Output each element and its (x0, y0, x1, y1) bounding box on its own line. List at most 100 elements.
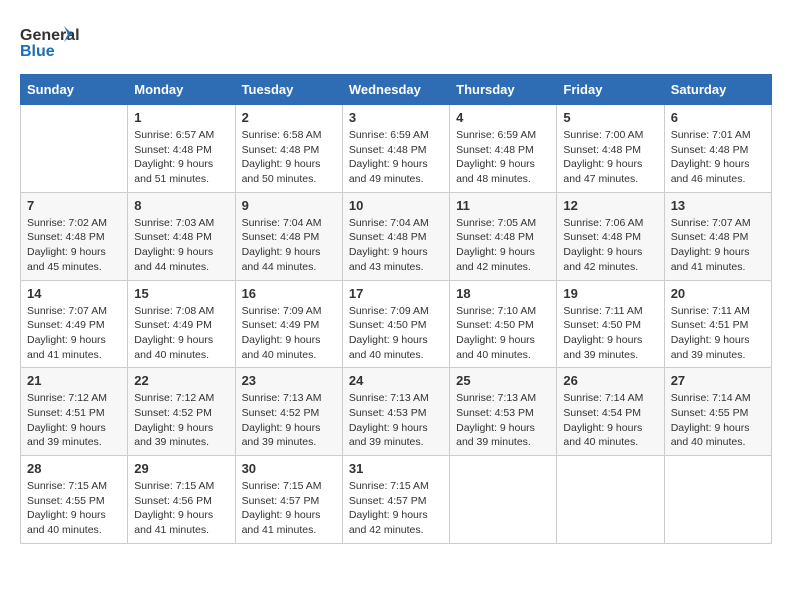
calendar-week-row-2: 7 Sunrise: 7:02 AM Sunset: 4:48 PM Daylig… (21, 192, 772, 280)
day-number: 15 (134, 286, 228, 301)
day-info: Sunrise: 7:02 AM Sunset: 4:48 PM Dayligh… (27, 216, 121, 275)
day-info: Sunrise: 7:03 AM Sunset: 4:48 PM Dayligh… (134, 216, 228, 275)
day-number: 21 (27, 373, 121, 388)
day-number: 12 (563, 198, 657, 213)
day-number: 8 (134, 198, 228, 213)
calendar-cell: 21 Sunrise: 7:12 AM Sunset: 4:51 PM Dayli… (21, 368, 128, 456)
day-info: Sunrise: 7:09 AM Sunset: 4:49 PM Dayligh… (242, 304, 336, 363)
calendar-cell: 29 Sunrise: 7:15 AM Sunset: 4:56 PM Dayli… (128, 456, 235, 544)
day-number: 29 (134, 461, 228, 476)
calendar-cell: 19 Sunrise: 7:11 AM Sunset: 4:50 PM Dayli… (557, 280, 664, 368)
weekday-header-wednesday: Wednesday (342, 75, 449, 105)
calendar-cell (450, 456, 557, 544)
day-info: Sunrise: 6:58 AM Sunset: 4:48 PM Dayligh… (242, 128, 336, 187)
calendar-cell: 23Sunrise: 7:13 AM Sunset: 4:52 PM Dayli… (235, 368, 342, 456)
day-number: 4 (456, 110, 550, 125)
calendar-cell: 12 Sunrise: 7:06 AM Sunset: 4:48 PM Dayli… (557, 192, 664, 280)
day-number: 26 (563, 373, 657, 388)
day-info: Sunrise: 7:11 AM Sunset: 4:51 PM Dayligh… (671, 304, 765, 363)
calendar-cell (664, 456, 771, 544)
day-info: Sunrise: 7:15 AM Sunset: 4:56 PM Dayligh… (134, 479, 228, 538)
calendar-cell: 6 Sunrise: 7:01 AM Sunset: 4:48 PM Daylig… (664, 105, 771, 193)
calendar-cell: 7 Sunrise: 7:02 AM Sunset: 4:48 PM Daylig… (21, 192, 128, 280)
day-number: 24 (349, 373, 443, 388)
calendar-cell: 11 Sunrise: 7:05 AM Sunset: 4:48 PM Dayli… (450, 192, 557, 280)
svg-text:Blue: Blue (20, 43, 55, 60)
svg-text:General: General (20, 27, 80, 44)
day-info: Sunrise: 6:57 AM Sunset: 4:48 PM Dayligh… (134, 128, 228, 187)
day-info: Sunrise: 7:08 AM Sunset: 4:49 PM Dayligh… (134, 304, 228, 363)
calendar-cell: 15 Sunrise: 7:08 AM Sunset: 4:49 PM Dayli… (128, 280, 235, 368)
day-info: Sunrise: 7:12 AM Sunset: 4:51 PM Dayligh… (27, 391, 121, 450)
weekday-header-friday: Friday (557, 75, 664, 105)
weekday-header-thursday: Thursday (450, 75, 557, 105)
day-number: 3 (349, 110, 443, 125)
calendar-header-row: SundayMondayTuesdayWednesdayThursdayFrid… (21, 75, 772, 105)
calendar-cell: 20 Sunrise: 7:11 AM Sunset: 4:51 PM Dayli… (664, 280, 771, 368)
day-info: Sunrise: 7:05 AM Sunset: 4:48 PM Dayligh… (456, 216, 550, 275)
calendar-cell: 3 Sunrise: 6:59 AM Sunset: 4:48 PM Daylig… (342, 105, 449, 193)
day-info: Sunrise: 7:04 AM Sunset: 4:48 PM Dayligh… (349, 216, 443, 275)
day-info: Sunrise: 7:14 AM Sunset: 4:55 PM Dayligh… (671, 391, 765, 450)
calendar-cell (21, 105, 128, 193)
day-number: 10 (349, 198, 443, 213)
day-number: 27 (671, 373, 765, 388)
calendar-cell: 8 Sunrise: 7:03 AM Sunset: 4:48 PM Daylig… (128, 192, 235, 280)
calendar-cell: 4 Sunrise: 6:59 AM Sunset: 4:48 PM Daylig… (450, 105, 557, 193)
day-info: Sunrise: 7:09 AM Sunset: 4:50 PM Dayligh… (349, 304, 443, 363)
day-info: Sunrise: 6:59 AM Sunset: 4:48 PM Dayligh… (456, 128, 550, 187)
day-number: 18 (456, 286, 550, 301)
day-number: 9 (242, 198, 336, 213)
day-info: Sunrise: 7:15 AM Sunset: 4:57 PM Dayligh… (242, 479, 336, 538)
day-number: 17 (349, 286, 443, 301)
day-number: 16 (242, 286, 336, 301)
day-number: 25 (456, 373, 550, 388)
calendar-cell: 31 Sunrise: 7:15 AM Sunset: 4:57 PM Dayli… (342, 456, 449, 544)
calendar-cell: 28 Sunrise: 7:15 AM Sunset: 4:55 PM Dayli… (21, 456, 128, 544)
day-info: Sunrise: 7:11 AM Sunset: 4:50 PM Dayligh… (563, 304, 657, 363)
day-number: 28 (27, 461, 121, 476)
calendar-week-row-5: 28 Sunrise: 7:15 AM Sunset: 4:55 PM Dayli… (21, 456, 772, 544)
day-info: Sunrise: 7:06 AM Sunset: 4:48 PM Dayligh… (563, 216, 657, 275)
calendar-cell: 17 Sunrise: 7:09 AM Sunset: 4:50 PM Dayli… (342, 280, 449, 368)
day-info: Sunrise: 7:04 AM Sunset: 4:48 PM Dayligh… (242, 216, 336, 275)
day-number: 13 (671, 198, 765, 213)
day-number: 19 (563, 286, 657, 301)
calendar-cell: 2 Sunrise: 6:58 AM Sunset: 4:48 PM Daylig… (235, 105, 342, 193)
weekday-header-sunday: Sunday (21, 75, 128, 105)
day-info: Sunrise: 7:07 AM Sunset: 4:49 PM Dayligh… (27, 304, 121, 363)
day-number: 22 (134, 373, 228, 388)
day-number: 30 (242, 461, 336, 476)
day-number: 2 (242, 110, 336, 125)
day-info: Sunrise: 7:14 AM Sunset: 4:54 PM Dayligh… (563, 391, 657, 450)
day-info: Sunrise: 6:59 AM Sunset: 4:48 PM Dayligh… (349, 128, 443, 187)
calendar-week-row-4: 21 Sunrise: 7:12 AM Sunset: 4:51 PM Dayli… (21, 368, 772, 456)
day-info: Sunrise: 7:13 AM Sunset: 4:53 PM Dayligh… (456, 391, 550, 450)
calendar-cell: 25 Sunrise: 7:13 AM Sunset: 4:53 PM Dayli… (450, 368, 557, 456)
calendar-week-row-1: 1Sunrise: 6:57 AM Sunset: 4:48 PM Daylig… (21, 105, 772, 193)
calendar-cell: 22 Sunrise: 7:12 AM Sunset: 4:52 PM Dayli… (128, 368, 235, 456)
calendar-cell: 9 Sunrise: 7:04 AM Sunset: 4:48 PM Daylig… (235, 192, 342, 280)
calendar-cell: 1Sunrise: 6:57 AM Sunset: 4:48 PM Daylig… (128, 105, 235, 193)
page-header: GeneralBlue (20, 20, 772, 64)
day-number: 31 (349, 461, 443, 476)
day-number: 20 (671, 286, 765, 301)
calendar-cell (557, 456, 664, 544)
day-info: Sunrise: 7:12 AM Sunset: 4:52 PM Dayligh… (134, 391, 228, 450)
day-number: 11 (456, 198, 550, 213)
day-number: 23 (242, 373, 336, 388)
logo-svg: GeneralBlue (20, 20, 80, 64)
day-number: 7 (27, 198, 121, 213)
day-info: Sunrise: 7:00 AM Sunset: 4:48 PM Dayligh… (563, 128, 657, 187)
calendar-cell: 10 Sunrise: 7:04 AM Sunset: 4:48 PM Dayli… (342, 192, 449, 280)
calendar-week-row-3: 14 Sunrise: 7:07 AM Sunset: 4:49 PM Dayli… (21, 280, 772, 368)
calendar-cell: 14 Sunrise: 7:07 AM Sunset: 4:49 PM Dayli… (21, 280, 128, 368)
day-number: 6 (671, 110, 765, 125)
day-info: Sunrise: 7:15 AM Sunset: 4:55 PM Dayligh… (27, 479, 121, 538)
day-info: Sunrise: 7:15 AM Sunset: 4:57 PM Dayligh… (349, 479, 443, 538)
day-number: 14 (27, 286, 121, 301)
weekday-header-saturday: Saturday (664, 75, 771, 105)
calendar-cell: 18Sunrise: 7:10 AM Sunset: 4:50 PM Dayli… (450, 280, 557, 368)
day-info: Sunrise: 7:01 AM Sunset: 4:48 PM Dayligh… (671, 128, 765, 187)
weekday-header-monday: Monday (128, 75, 235, 105)
